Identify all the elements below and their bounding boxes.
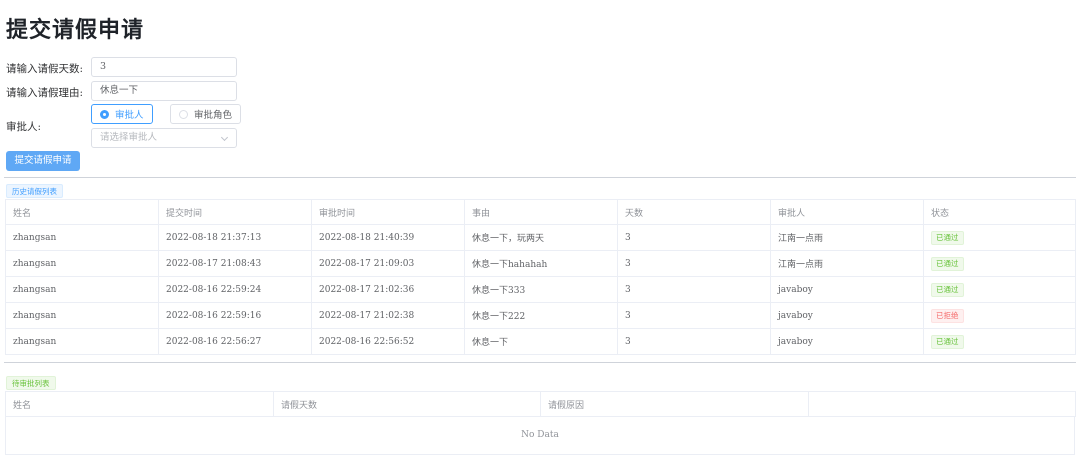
status-badge: 已通过 [931, 256, 964, 271]
table-row: zhangsan 2022-08-17 21:08:43 2022-08-17 … [5, 250, 1076, 277]
cell-approve-time: 2022-08-17 21:09:03 [311, 250, 465, 277]
cell-reason: 休息一下333 [464, 276, 618, 303]
col-header: 审批人 [770, 199, 924, 225]
table-row: zhangsan 2022-08-16 22:59:24 2022-08-17 … [5, 276, 1076, 303]
cell-approve-time: 2022-08-17 21:02:36 [311, 276, 465, 303]
radio-checked-icon [100, 109, 109, 119]
cell-reason: 休息一下 [464, 328, 618, 355]
cell-reason: 休息一下222 [464, 302, 618, 329]
cell-status: 已通过 [923, 276, 1076, 303]
col-header [808, 391, 1076, 417]
status-badge: 已通过 [931, 334, 964, 349]
col-header: 提交时间 [158, 199, 312, 225]
cell-name: zhangsan [5, 328, 159, 355]
cell-name: zhangsan [5, 276, 159, 303]
history-table: 姓名 提交时间 审批时间 事由 天数 审批人 状态 zhangsan 2022-… [5, 199, 1076, 355]
pending-table: 姓名 请假天数 请假原因 [5, 391, 1076, 417]
approver-select[interactable]: 请选择审批人 [91, 128, 237, 148]
divider [4, 177, 1076, 178]
status-badge: 已通过 [931, 282, 964, 297]
reason-label: 请输入请假理由: [6, 87, 84, 99]
col-header: 事由 [464, 199, 618, 225]
cell-days: 3 [617, 276, 771, 303]
status-badge: 已通过 [931, 230, 964, 245]
status-badge: 已拒绝 [931, 308, 964, 323]
col-header: 审批时间 [311, 199, 465, 225]
cell-name: zhangsan [5, 250, 159, 277]
cell-submit-time: 2022-08-16 22:59:16 [158, 302, 312, 329]
cell-name: zhangsan [5, 302, 159, 329]
radio-approver-role-label: 审批角色 [194, 110, 233, 121]
days-input[interactable]: 3 [91, 57, 237, 77]
table-row: zhangsan 2022-08-18 21:37:13 2022-08-18 … [5, 224, 1076, 251]
cell-days: 3 [617, 328, 771, 355]
cell-days: 3 [617, 302, 771, 329]
pending-tag: 待审批列表 [6, 376, 56, 390]
col-header: 请假原因 [540, 391, 809, 417]
cell-submit-time: 2022-08-16 22:59:24 [158, 276, 312, 303]
cell-submit-time: 2022-08-17 21:08:43 [158, 250, 312, 277]
col-header: 姓名 [5, 391, 274, 417]
approver-label: 审批人: [6, 121, 42, 133]
days-label: 请输入请假天数: [6, 63, 84, 75]
cell-approver: 江南一点雨 [770, 250, 924, 277]
history-header-row: 姓名 提交时间 审批时间 事由 天数 审批人 状态 [5, 199, 1076, 225]
cell-reason: 休息一下hahahah [464, 250, 618, 277]
col-header: 请假天数 [273, 391, 541, 417]
cell-reason: 休息一下，玩两天 [464, 224, 618, 251]
cell-days: 3 [617, 224, 771, 251]
divider [4, 362, 1076, 363]
cell-approve-time: 2022-08-18 21:40:39 [311, 224, 465, 251]
cell-status: 已拒绝 [923, 302, 1076, 329]
empty-state: No Data [5, 416, 1075, 455]
cell-status: 已通过 [923, 224, 1076, 251]
pending-header-row: 姓名 请假天数 请假原因 [5, 391, 1076, 417]
cell-submit-time: 2022-08-16 22:56:27 [158, 328, 312, 355]
history-tag: 历史请假列表 [6, 184, 63, 198]
cell-approver: javaboy [770, 328, 924, 355]
cell-approve-time: 2022-08-16 22:56:52 [311, 328, 465, 355]
col-header: 状态 [923, 199, 1076, 225]
cell-status: 已通过 [923, 328, 1076, 355]
cell-approver: javaboy [770, 302, 924, 329]
table-row: zhangsan 2022-08-16 22:59:16 2022-08-17 … [5, 302, 1076, 329]
cell-approver: javaboy [770, 276, 924, 303]
reason-input[interactable]: 休息一下 [91, 81, 237, 101]
cell-approver: 江南一点雨 [770, 224, 924, 251]
table-row: zhangsan 2022-08-16 22:56:27 2022-08-16 … [5, 328, 1076, 355]
radio-approver[interactable]: 审批人 [91, 104, 153, 124]
chevron-down-icon [220, 133, 229, 142]
col-header: 天数 [617, 199, 771, 225]
cell-submit-time: 2022-08-18 21:37:13 [158, 224, 312, 251]
radio-approver-label: 审批人 [115, 110, 144, 121]
cell-name: zhangsan [5, 224, 159, 251]
radio-unchecked-icon [179, 109, 188, 119]
cell-approve-time: 2022-08-17 21:02:38 [311, 302, 465, 329]
page-title: 提交请假申请 [6, 17, 145, 43]
cell-days: 3 [617, 250, 771, 277]
submit-leave-button[interactable]: 提交请假申请 [6, 151, 80, 171]
approver-select-placeholder: 请选择审批人 [100, 132, 158, 143]
radio-approver-role[interactable]: 审批角色 [170, 104, 242, 124]
cell-status: 已通过 [923, 250, 1076, 277]
col-header: 姓名 [5, 199, 159, 225]
